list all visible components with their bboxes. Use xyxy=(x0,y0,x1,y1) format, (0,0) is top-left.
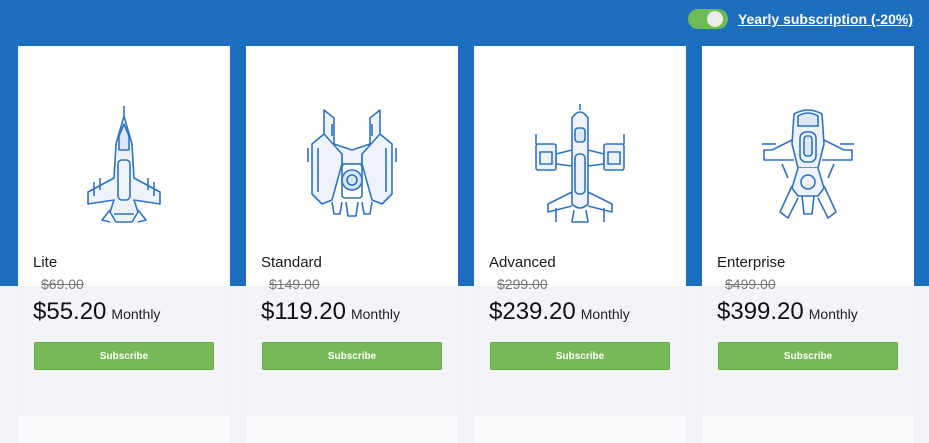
subscribe-button[interactable]: Subscribe xyxy=(262,342,442,370)
yearly-subscription-link[interactable]: Yearly subscription (-20%) xyxy=(738,11,913,27)
price-row: $399.20 Monthly xyxy=(717,298,858,326)
billing-toggle-group: Yearly subscription (-20%) xyxy=(687,8,913,30)
price-row: $119.20 Monthly xyxy=(261,298,400,326)
subscribe-button[interactable]: Subscribe xyxy=(34,342,214,370)
billing-period: Monthly xyxy=(111,306,161,322)
plan-card-lite: Lite $69.00 $55.20 Monthly Subscribe xyxy=(18,46,230,443)
old-price: $69.00 xyxy=(41,276,84,292)
toggle-knob xyxy=(706,11,723,27)
price-row: $239.20 Monthly xyxy=(489,298,630,326)
price: $55.20 xyxy=(33,298,107,325)
billing-period: Monthly xyxy=(350,306,401,322)
plan-card-advanced: Advanced $299.00 $239.20 Monthly Subscri… xyxy=(474,46,686,443)
plan-name: Enterprise xyxy=(717,254,786,271)
subscribe-button[interactable]: Subscribe xyxy=(490,342,670,370)
plan-card-standard: Standard $149.00 $119.20 Monthly Subscri… xyxy=(246,46,458,443)
plan-card-enterprise: Enterprise $499.00 $399.20 Monthly Subsc… xyxy=(702,46,914,443)
cruiser-icon xyxy=(535,104,625,223)
plan-name: Standard xyxy=(261,254,322,271)
price: $399.20 xyxy=(717,298,804,325)
old-price: $499.00 xyxy=(725,276,776,292)
fighter-jet-icon xyxy=(87,106,161,223)
old-price: $149.00 xyxy=(269,276,320,292)
old-price: $299.00 xyxy=(497,276,548,292)
card-footer xyxy=(18,416,230,443)
price: $239.20 xyxy=(489,298,576,325)
card-footer xyxy=(474,416,686,443)
price-row: $55.20 Monthly xyxy=(33,298,160,326)
plan-name: Advanced xyxy=(489,254,556,271)
yearly-toggle[interactable] xyxy=(687,9,728,29)
subscribe-button[interactable]: Subscribe xyxy=(718,342,898,370)
card-footer xyxy=(246,416,458,443)
card-footer xyxy=(702,416,914,443)
price: $119.20 xyxy=(261,298,346,325)
pricing-cards: Lite $69.00 $55.20 Monthly Subscribe Sta… xyxy=(18,46,914,443)
plan-name: Lite xyxy=(33,254,58,271)
mothership-icon xyxy=(762,109,854,219)
billing-period: Monthly xyxy=(808,306,858,322)
billing-period: Monthly xyxy=(580,306,630,322)
spaceship-icon xyxy=(307,109,397,217)
